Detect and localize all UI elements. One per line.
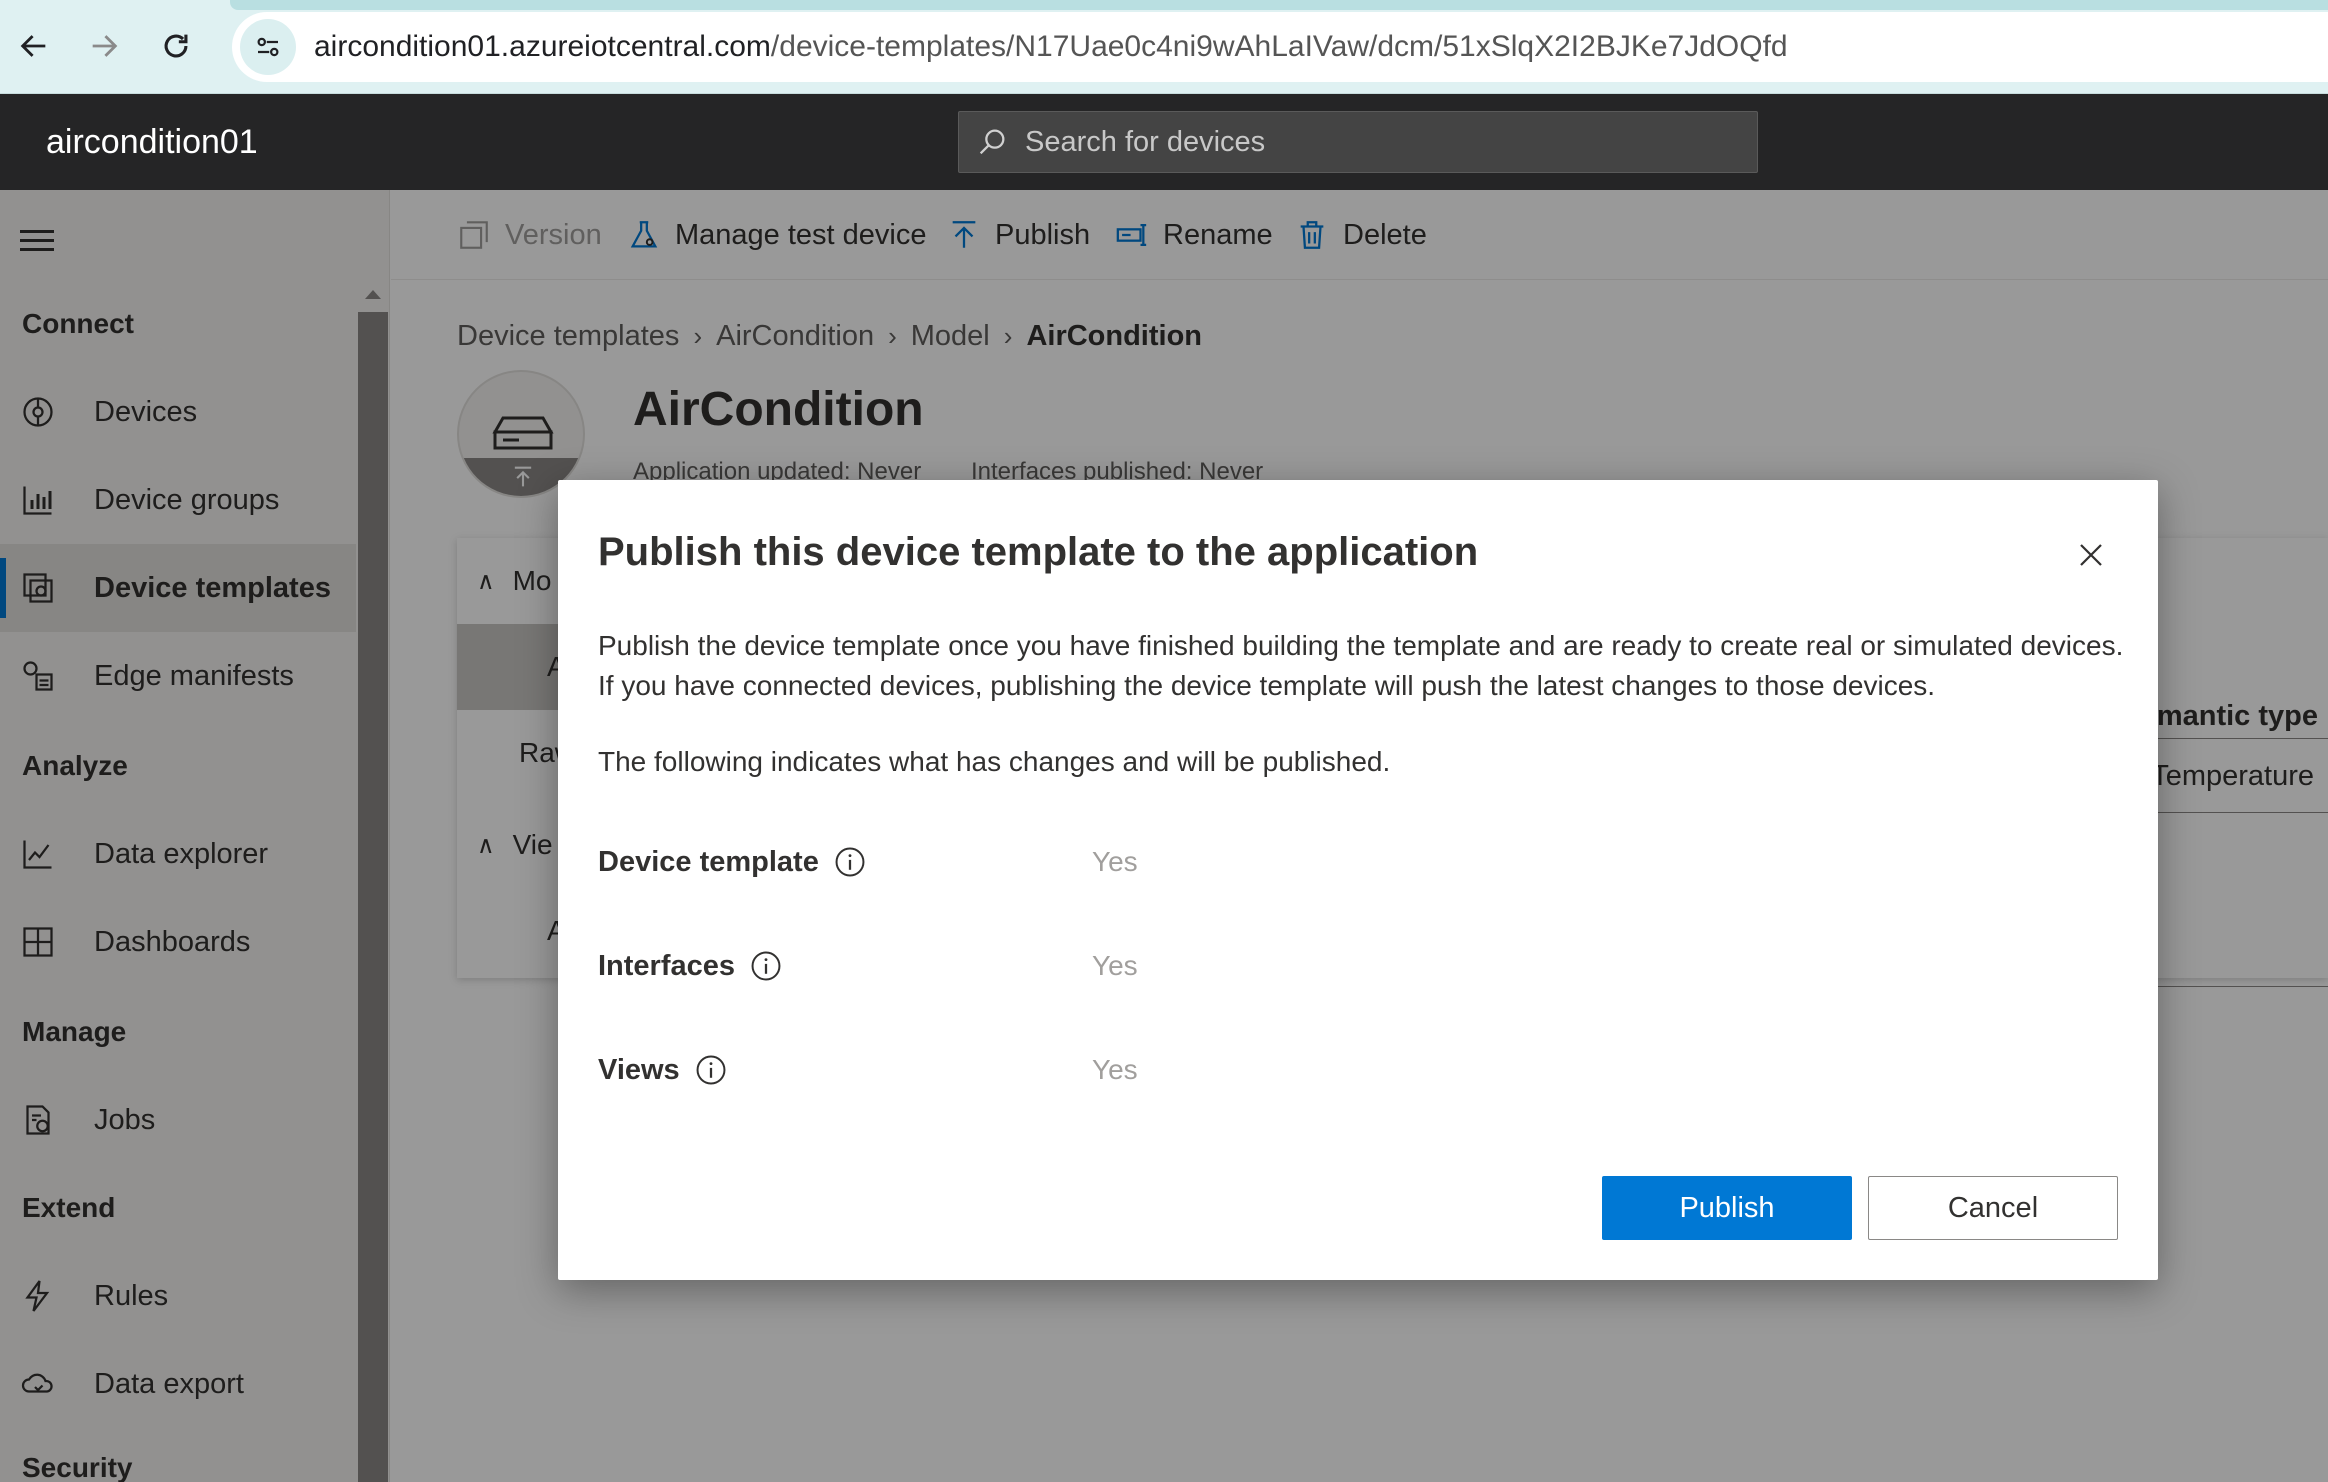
close-icon[interactable] [2066,530,2116,580]
change-row-views: Views Yes [598,1050,2098,1090]
change-value: Yes [1092,950,1138,981]
change-row-interfaces: Interfaces Yes [598,946,2098,986]
forward-arrow-icon[interactable] [80,22,128,70]
search-box[interactable] [958,111,1758,173]
publish-dialog: Publish this device template to the appl… [558,480,2158,1280]
url-text: aircondition01.azureiotcentral.com/devic… [314,30,1788,64]
url-host: aircondition01.azureiotcentral.com [314,30,771,63]
cancel-button[interactable]: Cancel [1868,1176,2118,1240]
change-label: Device template [598,845,819,878]
dialog-changes-intro: The following indicates what has changes… [598,746,1391,777]
browser-tab-strip [230,0,2328,10]
reload-icon[interactable] [152,22,200,70]
change-row-device-template: Device template Yes [598,842,2098,882]
change-value: Yes [1092,1054,1138,1085]
dialog-title: Publish this device template to the appl… [598,530,1479,574]
publish-button[interactable]: Publish [1602,1176,1852,1240]
address-bar[interactable]: aircondition01.azureiotcentral.com/devic… [232,12,2328,82]
change-label: Interfaces [598,949,736,982]
dialog-description: Publish the device template once you hav… [598,630,2124,701]
url-path: /device-templates/N17Uae0c4ni9wAhLaIVaw/… [770,30,1788,63]
info-icon[interactable] [749,949,783,983]
change-label: Views [598,1053,680,1086]
search-input[interactable] [1025,125,1725,159]
site-info-icon[interactable] [240,19,296,75]
app-header: aircondition01 [0,94,2328,190]
info-icon[interactable] [833,845,867,879]
app-name[interactable]: aircondition01 [46,94,258,190]
browser-toolbar: aircondition01.azureiotcentral.com/devic… [0,0,2328,94]
change-value: Yes [1092,846,1138,877]
search-icon [979,129,1005,155]
back-arrow-icon[interactable] [10,22,58,70]
info-icon[interactable] [694,1053,728,1087]
